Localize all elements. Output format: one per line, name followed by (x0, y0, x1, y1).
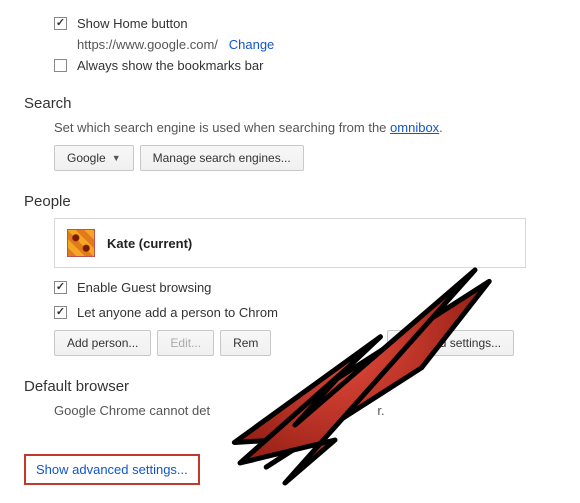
edit-person-button[interactable]: Edit... (157, 330, 214, 356)
default-browser-text-suffix: r. (377, 403, 384, 418)
search-engine-dropdown[interactable]: Google ▼ (54, 145, 134, 171)
bookmarks-bar-label: Always show the bookmarks bar (77, 58, 263, 73)
guest-browsing-label: Enable Guest browsing (77, 280, 211, 295)
show-advanced-settings-link[interactable]: Show advanced settings... (36, 462, 188, 477)
omnibox-link[interactable]: omnibox (390, 120, 439, 135)
people-section-title: People (24, 193, 556, 210)
home-url-text: https://www.google.com/ (77, 37, 218, 52)
search-desc-text: Set which search engine is used when sea… (54, 120, 390, 135)
search-engine-value: Google (67, 151, 106, 165)
people-current-name: Kate (current) (107, 236, 192, 251)
anyone-add-label: Let anyone add a person to Chrom (77, 305, 278, 320)
change-link[interactable]: Change (229, 37, 275, 52)
import-bookmarks-button[interactable]: arks and settings... (387, 330, 514, 356)
caret-down-icon: ▼ (112, 153, 121, 163)
manage-search-engines-button[interactable]: Manage search engines... (140, 145, 304, 171)
add-person-button[interactable]: Add person... (54, 330, 151, 356)
anyone-add-checkbox[interactable] (54, 306, 67, 319)
show-home-checkbox[interactable] (54, 17, 67, 30)
people-list-item[interactable]: Kate (current) (54, 218, 526, 268)
search-section-title: Search (24, 95, 556, 112)
bookmarks-bar-checkbox[interactable] (54, 59, 67, 72)
default-browser-title: Default browser (24, 378, 556, 395)
show-home-label: Show Home button (77, 16, 188, 31)
avatar (67, 229, 95, 257)
remove-person-button[interactable]: Rem (220, 330, 271, 356)
default-browser-text-prefix: Google Chrome cannot det (54, 403, 210, 418)
guest-browsing-checkbox[interactable] (54, 281, 67, 294)
show-advanced-settings-highlight: Show advanced settings... (24, 454, 200, 485)
